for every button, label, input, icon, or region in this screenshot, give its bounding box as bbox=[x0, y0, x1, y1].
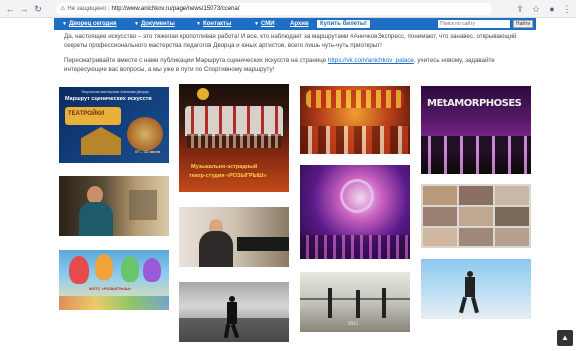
vk-link[interactable]: https://vk.com/anichkov_palace bbox=[328, 57, 414, 64]
scroll-to-top-button[interactable]: ▲ bbox=[557, 330, 573, 346]
site-navigation: ▼ Дворец сегодня ▼ Документы ▼ Контакты ▼ СМ… bbox=[54, 18, 536, 30]
vk-paragraph: Пересматривайте вместе с нами публикации… bbox=[64, 57, 495, 73]
gallery-photo-theatre-studio[interactable]: Музыкально-эстрадный театр-студия «РОЗЫГ… bbox=[179, 84, 289, 192]
intro-paragraph: Да, настоящее искусство – это тяжелая кр… bbox=[64, 33, 517, 49]
url-text: http://www.anichkov.ru/page/news/15073/c… bbox=[111, 6, 240, 12]
nav-item-documents[interactable]: ▼ Документы bbox=[134, 18, 175, 30]
gallery-photo-drawing[interactable]: МЭТС «РОЗЫГРЫШ» bbox=[59, 250, 169, 310]
gallery-photo-poster[interactable]: Творческая мастерская Аничкова Дворца Ма… bbox=[59, 87, 169, 163]
caret-down-icon: ▼ bbox=[254, 21, 259, 27]
browser-toolbar: ← → ↻ ⚠ Не защищено | http://www.anichkov.r… bbox=[0, 0, 576, 18]
gallery-photo-rehearsal[interactable] bbox=[179, 282, 289, 342]
gallery-photo-metamorphoses[interactable]: MEtAMORPHOSES bbox=[421, 86, 531, 174]
profile-icon[interactable]: ● bbox=[546, 3, 558, 15]
gallery-photo-teacher[interactable] bbox=[59, 176, 169, 236]
gallery-photo-stage-lights[interactable] bbox=[300, 165, 410, 259]
arrow-up-icon: ▲ bbox=[561, 333, 569, 342]
reload-icon[interactable]: ↻ bbox=[32, 3, 44, 15]
back-icon[interactable]: ← bbox=[4, 3, 16, 15]
menu-icon[interactable]: ⋮ bbox=[561, 3, 573, 15]
search-button[interactable]: Найти bbox=[513, 20, 533, 28]
star-icon[interactable]: ☆ bbox=[530, 3, 542, 15]
caret-down-icon: ▼ bbox=[134, 21, 139, 27]
nav-item-archive[interactable]: Архив bbox=[290, 18, 309, 30]
caret-down-icon: ▼ bbox=[62, 21, 67, 27]
gallery-photo-dancer-blue[interactable] bbox=[421, 259, 531, 319]
gallery-photo-pianist[interactable] bbox=[179, 207, 289, 267]
search-input[interactable] bbox=[438, 20, 510, 28]
nav-item-media[interactable]: ▼ СМИ bbox=[254, 18, 275, 30]
gallery-photo-video-collage[interactable] bbox=[421, 184, 531, 248]
forward-icon[interactable]: → bbox=[18, 3, 30, 15]
share-icon[interactable]: ⇪ bbox=[514, 3, 526, 15]
gallery-photo-folk-dance[interactable] bbox=[300, 86, 410, 154]
security-label: Не защищено bbox=[67, 6, 106, 12]
gallery-photo-ballet-class[interactable]: 2015 bbox=[300, 272, 410, 332]
nav-item-palace-today[interactable]: ▼ Дворец сегодня bbox=[62, 18, 116, 30]
caret-down-icon: ▼ bbox=[196, 21, 201, 27]
nav-item-contacts[interactable]: ▼ Контакты bbox=[196, 18, 231, 30]
warning-icon: ⚠ bbox=[60, 6, 66, 12]
address-bar[interactable]: ⚠ Не защищено | http://www.anichkov.ru/page… bbox=[56, 3, 492, 15]
buy-tickets-button[interactable]: Купить билеты! bbox=[316, 19, 372, 29]
